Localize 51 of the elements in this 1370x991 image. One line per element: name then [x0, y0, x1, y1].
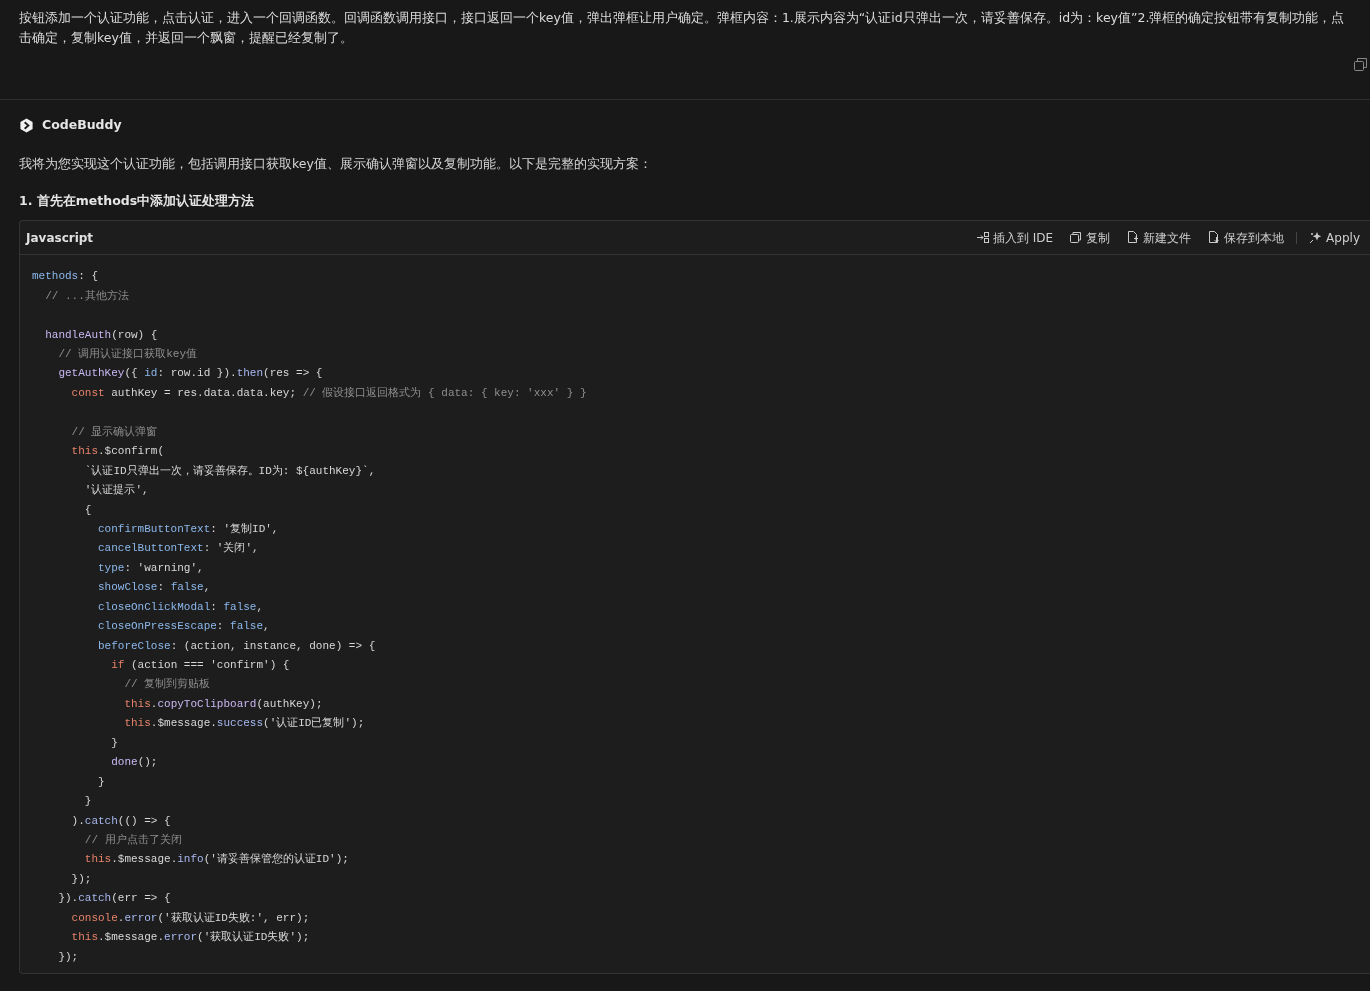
logo-icon — [19, 117, 34, 133]
code-line: // 复制到剪贴板 — [123, 677, 212, 693]
code-line: const authKey = res.data.data.key; // 假设接口返回格式为 { data: { key: 'xxx' } } — [70, 385, 588, 401]
insert-icon — [975, 231, 989, 245]
save-file-icon — [1207, 231, 1221, 245]
code-line: closeOnClickModal: false, — [97, 599, 265, 615]
code-line: cancelButtonText: '关闭', — [97, 541, 260, 557]
assistant-name: CodeBuddy — [42, 116, 122, 134]
code-line: closeOnPressEscape: false, — [97, 619, 271, 635]
code-line: console.error('获取认证ID失败:', err); — [70, 910, 311, 926]
toolbar-button[interactable]: 插入到 IDE — [971, 226, 1058, 249]
code-line: ).catch(() => { — [70, 813, 172, 829]
code-line: done(); — [110, 755, 159, 771]
new-file-icon — [1126, 231, 1140, 245]
code-line: showClose: false, — [97, 580, 212, 596]
code-line: }); — [70, 871, 93, 887]
code-line: this.$message.error('获取认证ID失败'); — [70, 930, 311, 946]
language-label: Javascript — [26, 229, 94, 247]
code-line: } — [83, 794, 93, 810]
code-line: methods: { — [32, 269, 100, 285]
section-heading: 1. 首先在methods中添加认证处理方法 — [19, 191, 256, 210]
toolbar-button[interactable]: 保存到本地 — [1203, 226, 1289, 249]
user-message: 按钮添加一个认证功能，点击认证，进入一个回调函数。回调函数调用接口，接口返回一个key值，弹出弹框让用户确定。弹框内容：1.展示内容为“认证id只弹出一次，请妥善保存。id为：key值”2.弹框的确定按钮带有复制功能，点击确定，复制key值，并返回一个飘窗，提醒已经复制了。 — [19, 9, 1346, 47]
code-line: // ...其他方法 — [44, 288, 130, 304]
intro-paragraph: 我将为您实现这个认证功能，包括调用接口获取key值、展示确认弹窗以及复制功能。以下是完整的实现方案： — [19, 154, 653, 173]
toolbar-button[interactable]: 复制 — [1065, 226, 1115, 249]
code-line: confirmButtonText: '复制ID', — [97, 521, 280, 537]
code-line: this.$confirm( — [70, 444, 166, 460]
code-line: // 显示确认弹窗 — [70, 424, 159, 440]
copy-icon[interactable] — [1354, 58, 1367, 71]
code-line: this.copyToClipboard(authKey); — [123, 696, 324, 712]
code-line: '认证提示', — [83, 483, 150, 499]
toolbar-button[interactable]: Apply — [1305, 226, 1364, 249]
code-line: } — [110, 735, 119, 751]
code-line: this.$message.info('请妥善保管您的认证ID'); — [83, 851, 350, 868]
code-line: }).catch(err => { — [57, 891, 172, 907]
code-line: } — [97, 774, 106, 790]
code-line: // 用户点击了关闭 — [83, 832, 183, 848]
code-line: if (action === 'confirm') { — [110, 658, 291, 673]
code-line: `认证ID只弹出一次，请妥善保存。ID为: ${authKey}`, — [83, 463, 377, 479]
code-line: // 调用认证接口获取key值 — [57, 347, 198, 362]
code-line: this.$message.success('认证ID已复制'); — [123, 716, 366, 732]
code-line: handleAuth(row) { — [44, 327, 159, 343]
code-line: }); — [57, 949, 80, 965]
code-line: type: 'warning', — [97, 560, 205, 576]
code-line: { — [83, 502, 93, 518]
code-line: getAuthKey({ id: row.id }).then(res => { — [57, 366, 324, 382]
toolbar-button[interactable]: 新建文件 — [1122, 226, 1196, 249]
copy-icon — [1069, 231, 1083, 245]
code-line: beforeClose: (action, instance, done) => { — [97, 638, 377, 654]
sparkle-icon — [1309, 231, 1323, 245]
